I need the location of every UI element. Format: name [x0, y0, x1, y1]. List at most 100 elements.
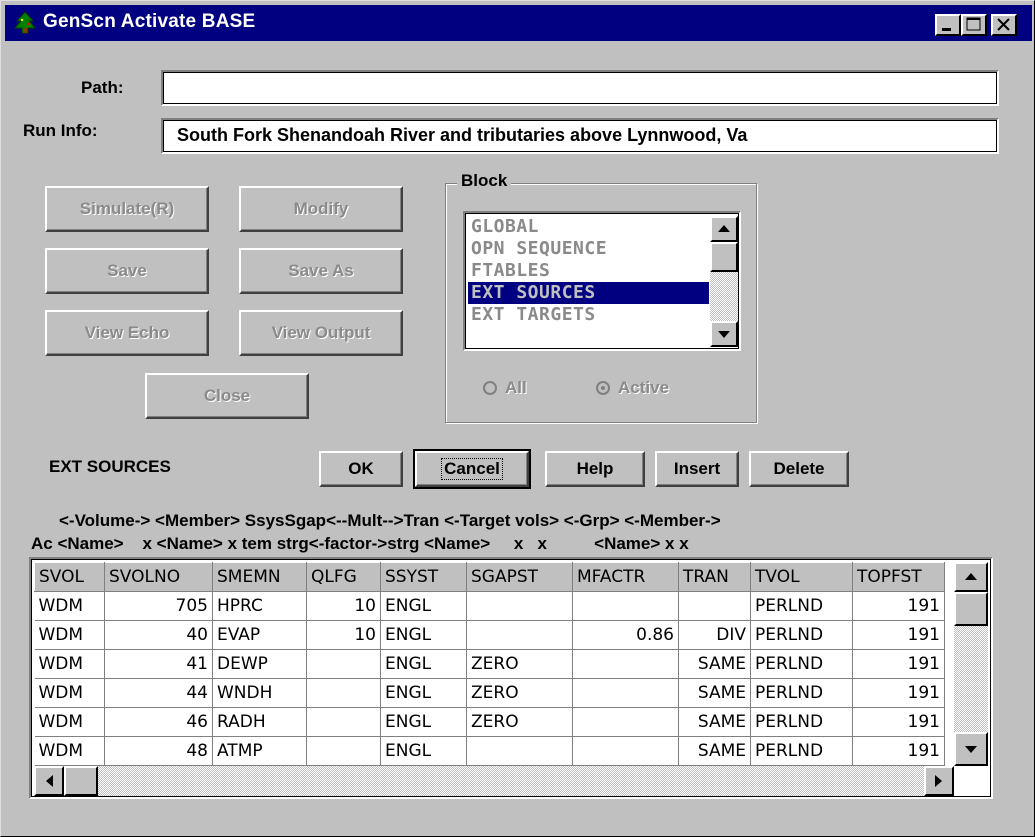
grid-scroll-right-button[interactable]	[924, 766, 954, 796]
table-cell-svol[interactable]: WDM	[34, 649, 105, 679]
column-header-qlfg[interactable]: QLFG	[306, 562, 381, 592]
table-cell-topfst[interactable]: 191	[852, 620, 945, 650]
modify-button[interactable]: Modify	[239, 186, 403, 232]
table-cell-svolno[interactable]: 705	[104, 591, 213, 621]
table-cell-tvol[interactable]: PERLND	[750, 649, 853, 679]
grid-horizontal-scrollbar[interactable]	[34, 766, 954, 796]
table-cell-mfactr[interactable]	[572, 649, 679, 679]
table-cell-topfst[interactable]: 191	[852, 591, 945, 621]
block-list-item[interactable]: EXT TARGETS	[468, 304, 709, 326]
grid-scroll-down-button[interactable]	[954, 732, 988, 766]
table-cell-qlfg[interactable]: 10	[306, 591, 381, 621]
column-header-svolno[interactable]: SVOLNO	[104, 562, 213, 592]
ok-button[interactable]: OK	[319, 451, 403, 487]
table-cell-tran[interactable]: SAME	[678, 707, 751, 737]
table-cell-tran[interactable]: SAME	[678, 678, 751, 708]
table-cell-tran[interactable]: SAME	[678, 736, 751, 766]
table-cell-svolno[interactable]: 46	[104, 707, 213, 737]
column-header-sgapst[interactable]: SGAPST	[466, 562, 573, 592]
table-cell-svol[interactable]: WDM	[34, 591, 105, 621]
block-list-item[interactable]: EXT SOURCES	[468, 282, 709, 304]
table-cell-ssyst[interactable]: ENGL	[380, 678, 467, 708]
insert-button[interactable]: Insert	[655, 451, 739, 487]
column-header-tran[interactable]: TRAN	[678, 562, 751, 592]
save-as-button[interactable]: Save As	[239, 248, 403, 294]
column-header-smemn[interactable]: SMEMN	[212, 562, 307, 592]
table-cell-sgapst[interactable]	[466, 591, 573, 621]
simulate-button[interactable]: Simulate(R)	[45, 186, 209, 232]
table-cell-mfactr[interactable]: 0.86	[572, 620, 679, 650]
table-cell-tran[interactable]: DIV	[678, 620, 751, 650]
table-row[interactable]: WDM 705 HPRC 10 ENGL PERLND 191	[34, 591, 945, 621]
title-bar[interactable]: GenScn Activate BASE	[5, 5, 1032, 41]
table-cell-svol[interactable]: WDM	[34, 707, 105, 737]
column-header-svol[interactable]: SVOL	[34, 562, 105, 592]
close-button[interactable]: Close	[145, 373, 309, 419]
table-cell-svolno[interactable]: 44	[104, 678, 213, 708]
block-listbox[interactable]: GLOBAL OPN SEQUENCE FTABLES EXT SOURCES EXT …	[463, 211, 741, 351]
table-cell-mfactr[interactable]	[572, 591, 679, 621]
table-cell-smemn[interactable]: EVAP	[212, 620, 307, 650]
cancel-button[interactable]: Cancel	[413, 449, 531, 489]
table-cell-svol[interactable]: WDM	[34, 736, 105, 766]
table-cell-sgapst[interactable]: ZERO	[466, 707, 573, 737]
grid-scroll-left-button[interactable]	[34, 766, 64, 796]
table-cell-svol[interactable]: WDM	[34, 620, 105, 650]
table-cell-tvol[interactable]: PERLND	[750, 678, 853, 708]
close-window-button[interactable]	[991, 14, 1017, 36]
table-cell-tran[interactable]	[678, 591, 751, 621]
table-cell-qlfg[interactable]	[306, 649, 381, 679]
minimize-button[interactable]	[935, 14, 961, 36]
table-cell-smemn[interactable]: DEWP	[212, 649, 307, 679]
table-cell-svol[interactable]: WDM	[34, 678, 105, 708]
block-scroll-down-button[interactable]	[710, 321, 738, 347]
radio-active[interactable]: Active	[596, 378, 669, 398]
table-cell-topfst[interactable]: 191	[852, 707, 945, 737]
column-header-ssyst[interactable]: SSYST	[380, 562, 467, 592]
table-cell-qlfg[interactable]	[306, 678, 381, 708]
table-cell-tran[interactable]: SAME	[678, 649, 751, 679]
table-cell-topfst[interactable]: 191	[852, 678, 945, 708]
block-list-item[interactable]: OPN SEQUENCE	[468, 238, 709, 260]
table-cell-tvol[interactable]: PERLND	[750, 707, 853, 737]
view-echo-button[interactable]: View Echo	[45, 310, 209, 356]
table-cell-tvol[interactable]: PERLND	[750, 591, 853, 621]
grid-scroll-up-button[interactable]	[954, 562, 988, 592]
block-list-item[interactable]: GLOBAL	[468, 216, 709, 238]
column-header-tvol[interactable]: TVOL	[750, 562, 853, 592]
table-cell-svolno[interactable]: 48	[104, 736, 213, 766]
path-input[interactable]	[161, 70, 999, 106]
block-list-item[interactable]: FTABLES	[468, 260, 709, 282]
table-cell-smemn[interactable]: HPRC	[212, 591, 307, 621]
block-scroll-thumb[interactable]	[710, 242, 738, 272]
table-cell-mfactr[interactable]	[572, 678, 679, 708]
table-row[interactable]: WDM 44 WNDH ENGL ZERO SAME PERLND 191	[34, 678, 945, 708]
table-cell-qlfg[interactable]: 10	[306, 620, 381, 650]
run-info-input[interactable]: South Fork Shenandoah River and tributar…	[161, 118, 999, 154]
delete-button[interactable]: Delete	[749, 451, 849, 487]
table-cell-tvol[interactable]: PERLND	[750, 736, 853, 766]
maximize-button[interactable]	[961, 14, 987, 36]
table-cell-ssyst[interactable]: ENGL	[380, 707, 467, 737]
table-cell-ssyst[interactable]: ENGL	[380, 591, 467, 621]
table-cell-mfactr[interactable]	[572, 707, 679, 737]
table-row[interactable]: WDM 41 DEWP ENGL ZERO SAME PERLND 191	[34, 649, 945, 679]
save-button[interactable]: Save	[45, 248, 209, 294]
table-cell-mfactr[interactable]	[572, 736, 679, 766]
table-cell-ssyst[interactable]: ENGL	[380, 649, 467, 679]
table-cell-tvol[interactable]: PERLND	[750, 620, 853, 650]
block-scroll-up-button[interactable]	[710, 216, 738, 242]
view-output-button[interactable]: View Output	[239, 310, 403, 356]
table-cell-ssyst[interactable]: ENGL	[380, 736, 467, 766]
table-cell-topfst[interactable]: 191	[852, 649, 945, 679]
grid-scroll-thumb[interactable]	[954, 592, 988, 626]
table-cell-sgapst[interactable]: ZERO	[466, 649, 573, 679]
table-cell-ssyst[interactable]: ENGL	[380, 620, 467, 650]
table-cell-svolno[interactable]: 41	[104, 649, 213, 679]
column-header-mfactr[interactable]: MFACTR	[572, 562, 679, 592]
radio-all[interactable]: All	[483, 378, 527, 398]
table-cell-qlfg[interactable]	[306, 707, 381, 737]
table-cell-qlfg[interactable]	[306, 736, 381, 766]
table-row[interactable]: WDM 46 RADH ENGL ZERO SAME PERLND 191	[34, 707, 945, 737]
table-cell-smemn[interactable]: WNDH	[212, 678, 307, 708]
